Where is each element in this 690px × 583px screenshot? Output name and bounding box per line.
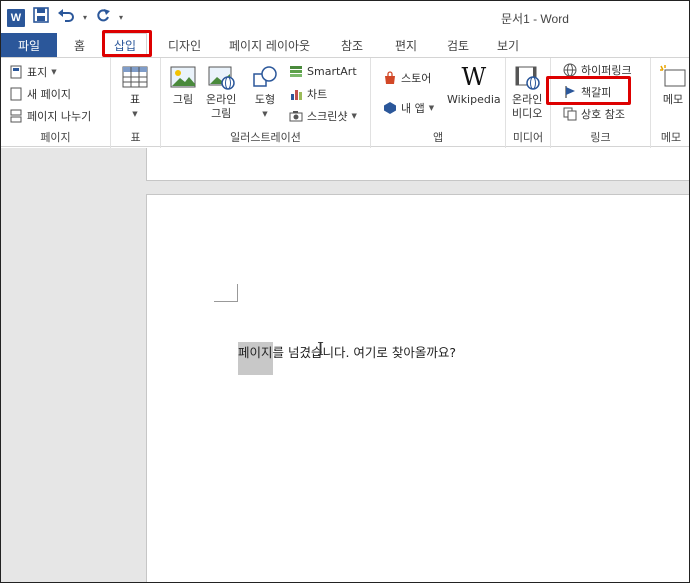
group-comments: 메모 메모 [651,58,689,148]
group-illustrations-label: 일러스트레이션 [230,131,301,144]
group-illustrations: 그림 온라인 그림 도형 ▼ SmartArt 차트 스크린샷 ▼ 일러스트레이… [161,58,371,148]
my-apps-icon [384,102,396,114]
page-break-icon [10,109,22,123]
online-video-icon [515,66,540,90]
page-break-label: 페이지 나누기 [27,110,92,123]
group-comments-label: 메모 [660,131,682,144]
current-page[interactable] [146,194,689,582]
blank-page-button[interactable]: 새 페이지 [9,86,71,102]
group-pages: 표지 ▼ 새 페이지 페이지 나누기 페이지 [1,58,111,148]
word-window: W ▾ ▾ 문서1 - Word 파일 홈 삽입 디자인 페이지 레이아웃 참조… [0,0,690,583]
ibeam-cursor-icon: I [317,339,325,360]
online-picture-button[interactable]: 온라인 그림 [206,64,236,121]
online-video-label-1: 온라인 [512,93,543,106]
tab-review[interactable]: 검토 [447,33,469,57]
margin-corner-mark [214,284,238,302]
save-icon[interactable] [33,7,49,28]
picture-button[interactable]: 그림 [169,64,197,107]
blank-page-label: 새 페이지 [27,88,71,101]
group-apps-label: 앱 [432,131,444,144]
group-table: 표 ▼ 표 [111,58,161,148]
body-text[interactable]: 를 넘겼습니다. 여기로 찾아올까요? [273,345,457,360]
group-apps: 스토어 내 앱 ▼ W Wikipedia 앱 [371,58,506,148]
chevron-down-icon: ▼ [262,110,268,118]
tab-design[interactable]: 디자인 [168,33,201,57]
smartart-icon [290,66,302,77]
shapes-label: 도형 [254,93,276,106]
group-media-label: 미디어 [512,131,544,144]
chevron-down-icon: ▼ [51,68,57,76]
insert-tab-highlight [102,30,152,57]
cross-reference-icon [563,107,577,121]
group-table-label: 표 [130,131,141,144]
redo-icon[interactable] [95,8,111,27]
chart-label: 차트 [307,88,328,101]
chevron-down-icon: ▼ [428,104,435,112]
table-icon [122,66,148,88]
cover-page-button[interactable]: 표지 ▼ [9,64,57,80]
previous-page[interactable] [146,148,689,181]
tab-page-layout[interactable]: 페이지 레이아웃 [229,33,310,57]
picture-label: 그림 [172,93,194,106]
screenshot-button[interactable]: 스크린샷 ▼ [289,108,357,124]
store-icon [385,71,395,84]
online-picture-label-2: 그림 [211,107,232,120]
group-links-label: 링크 [590,131,611,144]
hyperlink-icon [563,63,577,77]
wikipedia-icon: W [461,63,487,91]
window-title: 문서1 - Word [501,12,569,26]
bookmark-highlight [546,76,631,105]
undo-icon[interactable] [57,8,75,27]
comment-label: 메모 [662,93,684,106]
store-button[interactable]: 스토어 [383,70,431,86]
cross-reference-label: 상호 참조 [581,108,625,121]
cross-reference-button[interactable]: 상호 참조 [563,106,625,122]
table-label: 표 [129,93,141,106]
new-comment-button[interactable]: 메모 [659,64,687,107]
tab-references[interactable]: 참조 [341,33,363,57]
chart-icon [291,90,302,100]
online-video-label-2: 비디오 [512,107,543,120]
online-video-button[interactable]: 온라인 비디오 [512,64,542,121]
quick-access-toolbar: W ▾ ▾ [7,7,123,28]
tab-file[interactable]: 파일 [1,33,57,57]
group-media: 온라인 비디오 미디어 [506,58,551,148]
customize-qat-icon[interactable]: ▾ [119,13,123,22]
page-break-button[interactable]: 페이지 나누기 [9,108,91,124]
wikipedia-label: Wikipedia [447,93,501,106]
picture-icon [170,66,196,88]
tab-view[interactable]: 보기 [497,33,519,57]
smartart-button[interactable]: SmartArt [289,64,357,78]
screenshot-icon [289,111,303,122]
smartart-label: SmartArt [307,64,357,78]
shapes-button[interactable]: 도형 ▼ [251,64,279,121]
online-picture-label-1: 온라인 [206,93,237,106]
undo-dropdown-icon[interactable]: ▾ [83,13,87,22]
chart-button[interactable]: 차트 [289,86,327,102]
comment-icon [660,65,686,87]
online-picture-icon [208,66,235,90]
tab-mailings[interactable]: 편지 [395,33,417,57]
blank-page-icon [10,87,22,101]
chevron-down-icon: ▼ [351,112,357,120]
shapes-icon [253,66,277,87]
document-text[interactable]: 페이지를 넘겼습니다. 여기로 찾아올까요? [238,342,456,375]
table-button[interactable]: 표 ▼ [121,64,149,121]
wikipedia-button[interactable]: W Wikipedia [447,64,501,107]
store-label: 스토어 [401,72,432,85]
title-bar: W ▾ ▾ 문서1 - Word [1,1,689,33]
group-pages-label: 페이지 [40,131,71,144]
selected-text[interactable]: 페이지 [238,342,273,375]
my-apps-label: 내 앱 [401,102,425,115]
chevron-down-icon: ▼ [132,110,138,118]
word-logo-icon[interactable]: W [7,8,25,27]
cover-page-label: 표지 [27,66,48,79]
cover-page-icon [10,65,22,79]
screenshot-label: 스크린샷 [307,110,348,123]
tab-home[interactable]: 홈 [74,33,85,57]
my-apps-button[interactable]: 내 앱 ▼ [383,100,434,116]
